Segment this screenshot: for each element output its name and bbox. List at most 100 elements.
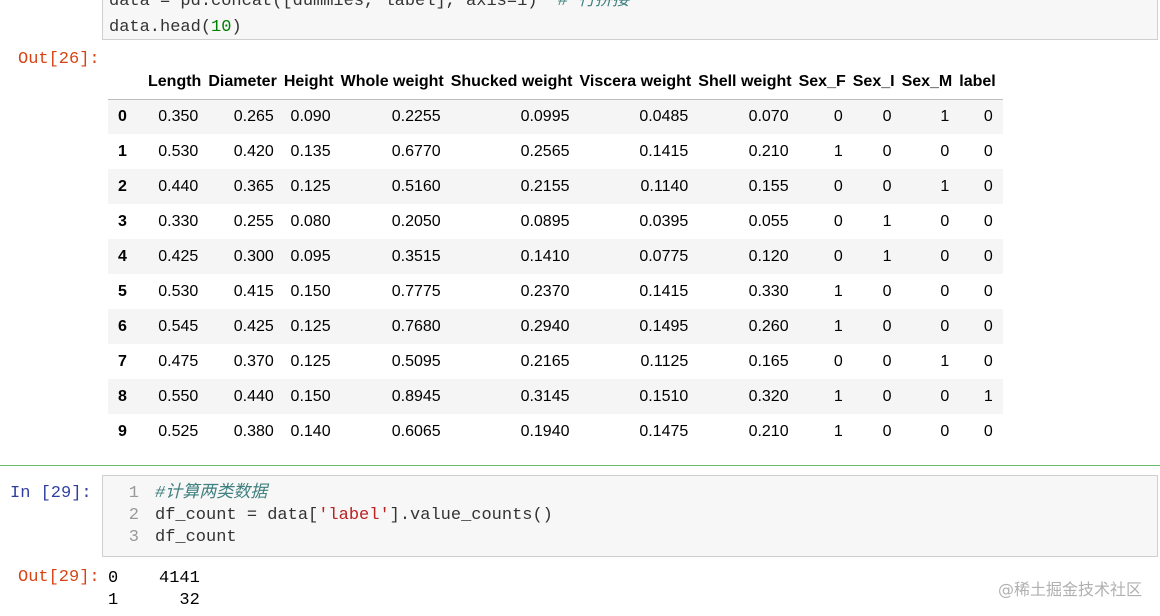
cell-divider [0, 465, 1160, 466]
output-line: 0 4141 [108, 569, 200, 588]
table-cell: 0.165 [748, 352, 789, 370]
row-index: 2 [118, 177, 127, 195]
table-cell: 1 [833, 387, 843, 405]
table-cell: 0.7680 [391, 317, 441, 335]
table-cell: 1 [833, 142, 843, 160]
table-cell: 0.135 [290, 142, 331, 160]
table-row: 3 0.330 0.255 0.080 0.2050 0.0895 0.0395 0.055 0… [108, 204, 1003, 239]
code-line-2: data.head(10) [109, 18, 242, 37]
table-header-row: Length Diameter Height Whole weight Shucked … [108, 66, 1003, 99]
table-cell: 0 [882, 142, 892, 160]
table-row: 4 0.425 0.300 0.095 0.3515 0.1410 0.0775 0.120 0… [108, 239, 1003, 274]
watermark: @稀土掘金技术社区 [997, 580, 1142, 599]
table-cell: 0.530 [158, 142, 199, 160]
table-cell: 0.475 [158, 352, 199, 370]
column-header: Length [148, 73, 202, 91]
line-number: 2 [128, 506, 139, 525]
table-cell: 0.070 [748, 107, 789, 125]
table-cell: 0.1475 [639, 422, 689, 440]
table-cell: 0.0995 [520, 107, 570, 125]
table-cell: 0.440 [233, 387, 274, 405]
table-cell: 0.2370 [520, 282, 570, 300]
table-cell: 1 [833, 317, 843, 335]
table-body: 0 0.350 0.265 0.090 0.2255 0.0995 0.0485 0.070 0… [108, 99, 1003, 449]
line-number: 1 [128, 484, 139, 503]
table-cell: 0.125 [290, 317, 331, 335]
table-cell: 0 [882, 282, 892, 300]
table-cell: 0 [940, 142, 950, 160]
table-cell: 1 [983, 387, 993, 405]
line-numbers: 1 2 3 [111, 483, 139, 549]
column-header: Viscera weight [579, 73, 692, 91]
table-cell: 0.1940 [520, 422, 570, 440]
row-index: 1 [118, 142, 127, 160]
table-cell: 0.2165 [520, 352, 570, 370]
table-cell: 1 [833, 282, 843, 300]
output-text: 0 4141 1 32 [108, 568, 200, 612]
table-cell: 0.420 [233, 142, 274, 160]
table-cell: 0.125 [290, 352, 331, 370]
table-cell: 0.6770 [391, 142, 441, 160]
table-cell: 0.1415 [639, 282, 689, 300]
table-cell: 1 [882, 247, 892, 265]
table-cell: 0.300 [233, 247, 274, 265]
table-cell: 0.440 [158, 177, 199, 195]
table-cell: 0.2255 [391, 107, 441, 125]
table-cell: 0 [833, 352, 843, 370]
row-index: 4 [118, 247, 127, 265]
table-cell: 0.150 [290, 387, 331, 405]
table-cell: 0.2565 [520, 142, 570, 160]
table-cell: 0.5160 [391, 177, 441, 195]
table-cell: 0.265 [233, 107, 274, 125]
column-header: Sex_F [798, 73, 846, 91]
table-cell: 0.550 [158, 387, 199, 405]
column-header: Height [283, 73, 334, 91]
table-cell: 0.3515 [391, 247, 441, 265]
table-row: 6 0.545 0.425 0.125 0.7680 0.2940 0.1495 0.260 1… [108, 309, 1003, 344]
table-cell: 0.0895 [520, 212, 570, 230]
table-cell: 0.330 [158, 212, 199, 230]
table-cell: 0.090 [290, 107, 331, 125]
table-cell: 0.6065 [391, 422, 441, 440]
table-cell: 0.0485 [639, 107, 689, 125]
table-cell: 1 [833, 422, 843, 440]
table-cell: 0.210 [748, 422, 789, 440]
table-cell: 0 [983, 212, 993, 230]
table-cell: 0.3145 [520, 387, 570, 405]
table-cell: 0.2940 [520, 317, 570, 335]
table-cell: 0 [833, 212, 843, 230]
table-cell: 0.425 [158, 247, 199, 265]
code-line-2: df_count = data['label'].value_counts() [155, 506, 553, 525]
row-index: 7 [118, 352, 127, 370]
table-cell: 0 [882, 352, 892, 370]
dataframe-table: Length Diameter Height Whole weight Shucked … [108, 66, 1003, 449]
table-cell: 0.525 [158, 422, 199, 440]
table-cell: 1 [940, 177, 950, 195]
table-cell: 0.260 [748, 317, 789, 335]
code-editor[interactable]: #计算两类数据 df_count = data['label'].value_c… [155, 483, 553, 549]
output-prompt-26: Out[26]: [18, 50, 100, 69]
line-number: 3 [128, 528, 139, 547]
table-row: 1 0.530 0.420 0.135 0.6770 0.2565 0.1415 0.210 1… [108, 134, 1003, 169]
table-cell: 0.1495 [639, 317, 689, 335]
table-cell: 0.055 [748, 212, 789, 230]
table-cell: 0 [983, 317, 993, 335]
table-cell: 0.120 [748, 247, 789, 265]
input-prompt-29: In [29]: [10, 484, 92, 503]
table-cell: 0.150 [290, 282, 331, 300]
table-cell: 0 [983, 247, 993, 265]
table-row: 7 0.475 0.370 0.125 0.5095 0.2165 0.1125 0.165 0… [108, 344, 1003, 379]
table-cell: 0 [940, 212, 950, 230]
code-cell-29-input[interactable]: 1 2 3 #计算两类数据 df_count = data['label'].v… [102, 475, 1158, 557]
code-cell-26-input[interactable]: data = pd.concat([dummies, label], axis=… [102, 0, 1158, 40]
table-cell: 0.095 [290, 247, 331, 265]
table-cell: 0.255 [233, 212, 274, 230]
table-cell: 0 [983, 352, 993, 370]
table-cell: 1 [882, 212, 892, 230]
table-cell: 0 [940, 282, 950, 300]
row-index: 5 [118, 282, 127, 300]
code-editor[interactable]: data = pd.concat([dummies, label], axis=… [109, 0, 629, 41]
column-header: Diameter [208, 73, 277, 91]
column-header: Sex_M [901, 73, 953, 91]
table-row: 0 0.350 0.265 0.090 0.2255 0.0995 0.0485 0.070 0… [108, 99, 1003, 134]
